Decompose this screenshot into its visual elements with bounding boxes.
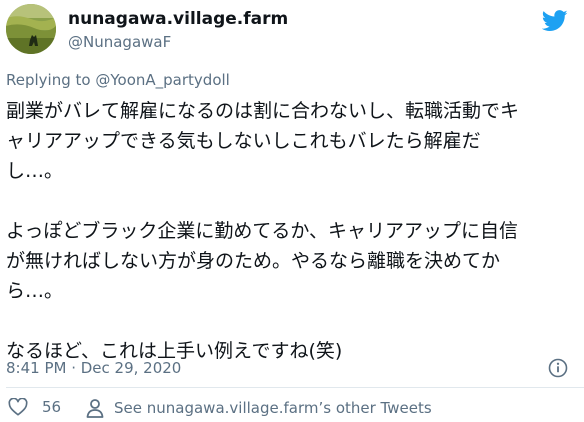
- avatar[interactable]: [6, 4, 56, 54]
- tweet-line: ャリアアップできる気もしないしこれもバレたら解雇だ: [6, 130, 481, 152]
- twitter-bird-icon[interactable]: [542, 10, 568, 32]
- person-icon: [86, 399, 104, 418]
- tweet-card: nunagawa.village.farm @NunagawaF Replyin…: [0, 0, 584, 422]
- reply-mention-link[interactable]: @YoonA_partydoll: [95, 71, 229, 89]
- tweet-line: ら…。: [6, 280, 64, 302]
- tweet-line: し…。: [6, 160, 64, 182]
- author-name[interactable]: nunagawa.village.farm: [68, 9, 288, 29]
- like-count: 56: [42, 398, 62, 416]
- divider: [6, 387, 584, 388]
- tweet-line: が無ければしない方が身のため。やるなら離職を決めてか: [6, 250, 501, 272]
- other-tweets-link[interactable]: See nunagawa.village.farm’s other Tweets: [86, 398, 432, 418]
- heart-icon: [8, 398, 28, 416]
- reply-context: Replying to @YoonA_partydoll: [6, 71, 230, 89]
- other-tweets-label: See nunagawa.village.farm’s other Tweets: [114, 399, 432, 417]
- tweet-timestamp[interactable]: 8:41 PM · Dec 29, 2020: [6, 359, 181, 377]
- tweet-line: 副業がバレて解雇になるのは割に合わないし、転職活動でキ: [6, 100, 520, 122]
- author-handle[interactable]: @NunagawaF: [68, 33, 171, 51]
- reply-prefix: Replying to: [6, 71, 91, 89]
- like-button[interactable]: 56: [8, 398, 61, 416]
- landscape-avatar-icon: [6, 4, 56, 54]
- tweet-text: 副業がバレて解雇になるのは割に合わないし、転職活動でキ ャリアアップできる気もし…: [6, 96, 580, 366]
- tweet-line: よっぽどブラック企業に勤めてるか、キャリアアップに自信: [6, 220, 519, 242]
- info-icon[interactable]: [548, 358, 568, 378]
